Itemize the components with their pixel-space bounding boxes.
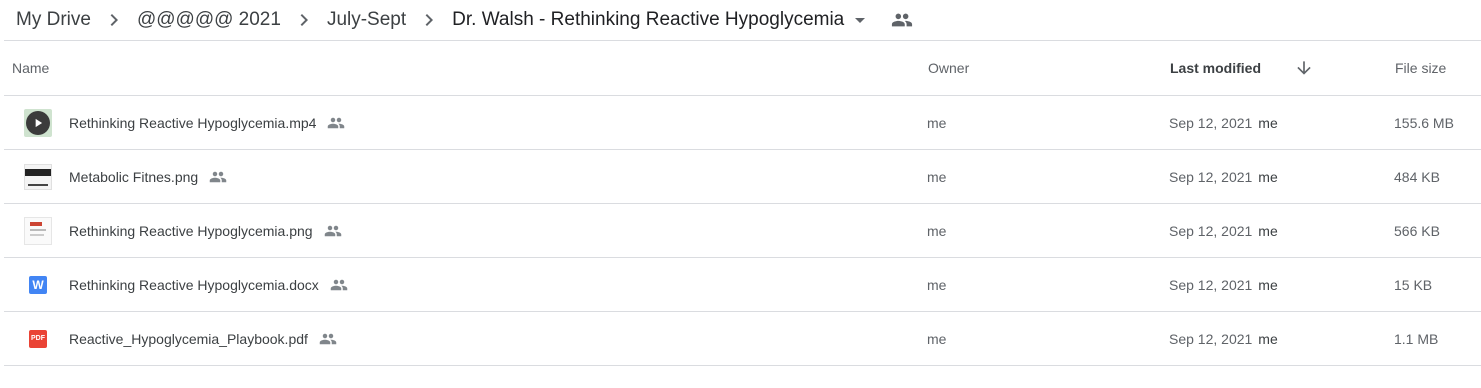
column-header-last-modified[interactable]: Last modified <box>1170 41 1261 95</box>
shared-people-icon <box>318 329 338 349</box>
file-modified-by: me <box>1258 330 1278 347</box>
file-row[interactable]: Metabolic Fitnes.png me Sep 12, 2021 me … <box>4 150 1481 204</box>
sort-arrow-down-icon[interactable] <box>1292 41 1316 95</box>
file-modified-date: Sep 12, 2021 <box>1169 276 1253 293</box>
pdf-icon: PDF <box>24 312 52 365</box>
breadcrumb-quarter-folder[interactable]: July-Sept <box>327 9 406 31</box>
breadcrumb-year-folder[interactable]: @@@@@ 2021 <box>137 9 281 31</box>
shared-people-icon <box>890 8 914 32</box>
chevron-right-icon <box>91 8 137 32</box>
file-modified-by: me <box>1258 276 1278 293</box>
column-header-file-size[interactable]: File size <box>1395 41 1446 95</box>
caret-down-icon[interactable] <box>848 8 872 32</box>
file-modified-date: Sep 12, 2021 <box>1169 168 1253 185</box>
word-doc-icon: W <box>24 258 52 311</box>
file-name[interactable]: Reactive_Hypoglycemia_Playbook.pdf <box>69 331 308 347</box>
column-header-owner[interactable]: Owner <box>928 41 969 95</box>
file-modified-by: me <box>1258 168 1278 185</box>
file-size: 15 KB <box>1394 276 1433 293</box>
shared-people-icon <box>323 221 343 241</box>
file-size: 484 KB <box>1394 168 1440 185</box>
file-row[interactable]: Rethinking Reactive Hypoglycemia.png me … <box>4 204 1481 258</box>
column-header-name[interactable]: Name <box>12 41 49 95</box>
file-modified-date: Sep 12, 2021 <box>1169 330 1253 347</box>
breadcrumb: My Drive @@@@@ 2021 July-Sept Dr. Walsh … <box>0 0 1481 40</box>
file-name[interactable]: Rethinking Reactive Hypoglycemia.png <box>69 223 313 239</box>
file-owner: me <box>927 330 947 347</box>
breadcrumb-my-drive[interactable]: My Drive <box>16 9 91 31</box>
file-owner: me <box>927 168 947 185</box>
shared-people-icon <box>329 275 349 295</box>
file-owner: me <box>927 222 947 239</box>
file-row[interactable]: W Rethinking Reactive Hypoglycemia.docx … <box>4 258 1481 312</box>
file-size: 1.1 MB <box>1394 330 1439 347</box>
file-owner: me <box>927 276 947 293</box>
shared-people-icon <box>208 167 228 187</box>
file-name[interactable]: Rethinking Reactive Hypoglycemia.mp4 <box>69 115 316 131</box>
file-size: 155.6 MB <box>1394 114 1454 131</box>
file-size: 566 KB <box>1394 222 1440 239</box>
file-row[interactable]: Rethinking Reactive Hypoglycemia.mp4 me … <box>4 96 1481 150</box>
file-owner: me <box>927 114 947 131</box>
file-name[interactable]: Metabolic Fitnes.png <box>69 169 198 185</box>
image-thumbnail-icon <box>24 204 52 257</box>
file-row[interactable]: PDF Reactive_Hypoglycemia_Playbook.pdf m… <box>4 312 1481 366</box>
file-modified-date: Sep 12, 2021 <box>1169 222 1253 239</box>
file-list-header: Name Owner Last modified File size <box>4 41 1481 96</box>
file-modified-date: Sep 12, 2021 <box>1169 114 1253 131</box>
chevron-right-icon <box>281 8 327 32</box>
file-name[interactable]: Rethinking Reactive Hypoglycemia.docx <box>69 277 319 293</box>
file-modified-by: me <box>1258 114 1278 131</box>
image-thumbnail-icon <box>24 150 52 203</box>
chevron-right-icon <box>406 8 452 32</box>
file-modified-by: me <box>1258 222 1278 239</box>
breadcrumb-current-folder[interactable]: Dr. Walsh - Rethinking Reactive Hypoglyc… <box>452 9 844 31</box>
video-thumbnail-icon <box>24 96 52 149</box>
shared-people-icon <box>326 113 346 133</box>
file-list: Name Owner Last modified File size Rethi… <box>4 41 1481 366</box>
